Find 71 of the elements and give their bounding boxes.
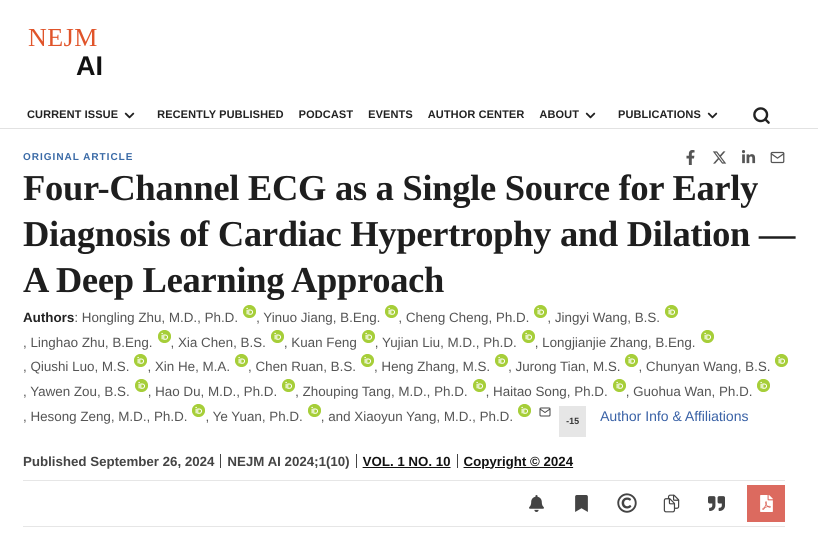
author-name: , Ye Yuan, Ph.D.: [205, 408, 303, 424]
orcid-icon[interactable]: [385, 305, 398, 318]
author-name: , Chen Ruan, B.S.: [248, 359, 356, 374]
mail-icon[interactable]: [539, 406, 552, 418]
mail-icon[interactable]: [770, 150, 785, 165]
orcid-icon[interactable]: [625, 354, 638, 368]
orcid-icon[interactable]: [243, 305, 256, 318]
orcid-icon[interactable]: [308, 404, 321, 417]
citation-text: NEJM AI 2024;1(10): [227, 454, 350, 469]
nav-menu-item[interactable]: RECENTLY PUBLISHED: [157, 109, 284, 121]
orcid-icon[interactable]: [158, 330, 171, 343]
orcid-icon[interactable]: [495, 354, 508, 368]
x-logo-icon[interactable]: [712, 150, 727, 165]
orcid-icon[interactable]: [192, 404, 206, 417]
author-name: , Yujian Liu, M.D., Ph.D.: [374, 334, 517, 350]
article-type: ORIGINAL ARTICLE: [23, 152, 134, 163]
nav-menu-item[interactable]: AUTHOR CENTER: [428, 109, 524, 121]
author-name: , Chunyan Wang, B.S.: [638, 359, 770, 374]
orcid-icon[interactable]: [518, 404, 532, 417]
orcid-icon[interactable]: [134, 379, 148, 392]
nav-menu-item[interactable]: ABOUT: [539, 108, 598, 122]
author-name: , Xia Chen, B.S.: [170, 334, 266, 350]
orcid-icon[interactable]: [270, 330, 284, 343]
citation-text: Published September 26, 2024: [23, 454, 214, 469]
author-name: , Hao Du, M.D., Ph.D.: [148, 384, 278, 400]
citation-link[interactable]: Copyright © 2024: [464, 454, 574, 469]
author-name: , and Xiaoyun Yang, M.D., Ph.D.: [320, 408, 514, 424]
orcid-icon[interactable]: [360, 354, 374, 368]
pdf-button[interactable]: [747, 484, 785, 522]
author-name: , Guohua Wan, Ph.D.: [626, 384, 752, 400]
more-authors-count[interactable]: -15: [559, 406, 586, 437]
author-name: , Linghao Zhu, B.Eng.: [23, 334, 153, 350]
orcid-icon[interactable]: [612, 379, 626, 392]
author-name: , Hesong Zeng, M.D., Ph.D.: [23, 408, 188, 424]
author-name: , Cheng Cheng, Ph.D.: [398, 310, 530, 325]
search-icon[interactable]: [752, 106, 771, 124]
authors-label: Authors: [23, 310, 74, 325]
nav-menu-item[interactable]: PODCAST: [298, 109, 354, 121]
orcid-icon[interactable]: [775, 354, 788, 368]
logo-subtitle[interactable]: AI: [76, 52, 103, 80]
orcid-icon[interactable]: [472, 379, 486, 392]
citation-link[interactable]: VOL. 1 NO. 10: [362, 454, 451, 469]
orcid-icon[interactable]: [700, 330, 714, 343]
orcid-icon[interactable]: [522, 330, 535, 343]
orcid-icon[interactable]: [282, 379, 296, 392]
linkedin-icon[interactable]: [741, 150, 756, 165]
article-title: Four-Channel ECG as a Single Source for Early Diagnosis of Cardiac Hypertrophy and Dilation — A Deep Learning Approach: [23, 166, 797, 302]
pdf-icon: [758, 494, 774, 512]
author-name: , Qiushi Luo, M.S.: [23, 359, 130, 374]
author-name: , Kuan Feng: [284, 334, 357, 350]
orcid-icon[interactable]: [534, 305, 548, 318]
orcid-icon[interactable]: [665, 305, 678, 318]
author-name: , Jingyi Wang, B.S.: [547, 310, 660, 325]
orcid-icon[interactable]: [134, 354, 148, 368]
orcid-icon[interactable]: [235, 354, 248, 368]
orcid-icon[interactable]: [757, 379, 770, 392]
orcid-icon[interactable]: [362, 330, 375, 343]
nav-menu-item[interactable]: CURRENT ISSUE: [27, 108, 138, 122]
author-name: , Heng Zhang, M.S.: [374, 359, 490, 374]
author-name: , Yawen Zou, B.S.: [23, 384, 130, 400]
nav-menu-item[interactable]: PUBLICATIONS: [618, 108, 720, 122]
author-name: , Longjianjie Zhang, B.Eng.: [534, 334, 696, 350]
author-name: , Jurong Tian, M.S.: [508, 359, 620, 374]
author-name: : Hongling Zhu, M.D., Ph.D.: [74, 310, 238, 325]
nav-menu-item[interactable]: EVENTS: [368, 109, 413, 121]
author-name: , Yinuo Jiang, B.Eng.: [256, 310, 380, 325]
author-name: , Xin He, M.A.: [147, 359, 230, 374]
author-name: , Zhouping Tang, M.D., Ph.D.: [295, 384, 468, 400]
author-info-link[interactable]: Author Info & Affiliations: [600, 408, 748, 424]
logo-wordmark[interactable]: NEJM: [28, 24, 98, 52]
author-name: , Haitao Song, Ph.D.: [486, 384, 608, 400]
